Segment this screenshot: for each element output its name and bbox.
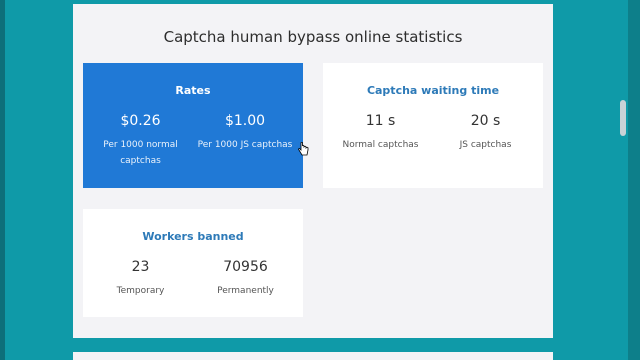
waiting-time-card-title: Captcha waiting time [366,84,500,97]
rate-normal-stat: $0.26 Per 1000 normal captchas [93,113,188,169]
page-title: Captcha human bypass online statistics [163,28,463,46]
rate-normal-value: $0.26 [120,113,161,129]
banned-temporary-value: 23 [131,259,150,275]
statistics-panel: Captcha human bypass online statistics R… [73,4,553,338]
rate-js-stat: $1.00 Per 1000 JS captchas [195,113,295,153]
banned-permanent-stat: 70956 Permanently [198,259,293,299]
banned-permanent-value: 70956 [223,259,268,275]
banned-permanent-label: Permanently [217,286,274,296]
rates-card: Rates $0.26 Per 1000 normal captchas $1.… [83,63,303,188]
banned-temporary-label: Temporary [116,286,165,296]
rate-normal-label: Per 1000 normal captchas [103,140,178,167]
waiting-time-card: Captcha waiting time 11 s Normal captcha… [323,63,543,188]
rate-js-value: $1.00 [224,113,266,129]
window-right-edge [628,0,640,360]
wait-normal-stat: 11 s Normal captchas [333,113,428,153]
workers-banned-card-title: Workers banned [142,230,244,243]
wait-js-stat: 20 s JS captchas [438,113,533,153]
wait-js-label: JS captchas [459,140,512,150]
next-panel-edge [73,352,553,360]
wait-normal-label: Normal captchas [342,140,419,150]
rates-card-title: Rates [175,84,211,97]
hand-pointer-icon [298,142,309,156]
window-left-edge [0,0,5,360]
banned-temporary-stat: 23 Temporary [93,259,188,299]
workers-banned-card: Workers banned 23 Temporary 70956 Perman… [83,209,303,317]
wait-normal-value: 11 s [365,113,396,129]
wait-js-value: 20 s [470,113,501,129]
scrollbar-thumb[interactable] [620,100,626,136]
rate-js-label: Per 1000 JS captchas [197,140,293,150]
